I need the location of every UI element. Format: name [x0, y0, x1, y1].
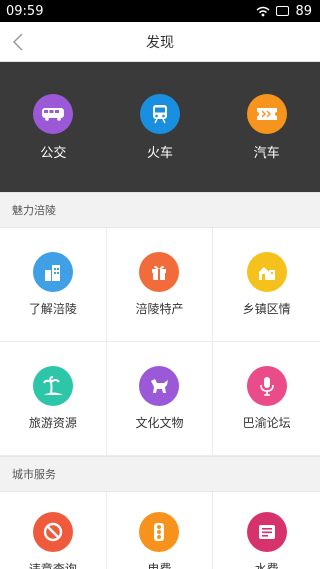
grid-item-forum[interactable]: 巴渝论坛 [213, 342, 320, 456]
train-icon [140, 94, 180, 134]
transport-label-coach: 汽车 [253, 146, 280, 161]
microphone-icon [246, 366, 287, 406]
no-entry-icon [32, 512, 73, 552]
battery-icon [276, 6, 290, 16]
status-bar: 09:59 89 [0, 0, 320, 22]
grid-item-tourism[interactable]: 旅游资源 [0, 342, 107, 456]
grid-item-towns[interactable]: 乡镇区情 [213, 228, 320, 342]
grid-item-water[interactable]: 水费 [213, 492, 320, 569]
palm-tree-icon [32, 366, 73, 406]
back-button[interactable] [8, 31, 28, 53]
status-icons: 89 [256, 4, 312, 19]
wifi-icon [256, 6, 270, 16]
transport-item-train[interactable]: 火车 [107, 62, 214, 192]
grid-item-electricity[interactable]: 电费 [107, 492, 214, 569]
town-icon [246, 252, 287, 292]
charm-grid: 了解涪陵 涪陵特产 乡镇区情 旅游资源 文化文物 巴渝论坛 [0, 228, 320, 456]
grid-item-culture[interactable]: 文化文物 [106, 342, 214, 456]
grid-item-specialty[interactable]: 涪陵特产 [106, 228, 214, 342]
grid-item-violation[interactable]: 违章查询 [0, 492, 107, 569]
grid-label: 电费 [147, 562, 172, 569]
transport-label-train: 火车 [147, 146, 174, 161]
grid-label: 乡镇区情 [242, 302, 291, 316]
grid-label: 文化文物 [135, 416, 184, 430]
gift-icon [139, 252, 180, 292]
transport-item-bus[interactable]: 公交 [0, 62, 107, 192]
grid-label: 了解涪陵 [28, 302, 77, 316]
section-title-city: 城市服务 [0, 456, 320, 492]
transport-item-coach[interactable]: 汽车 [213, 62, 320, 192]
section-title-charm: 魅力涪陵 [0, 192, 320, 228]
status-time: 09:59 [6, 3, 44, 19]
buildings-icon [32, 252, 73, 292]
traffic-light-icon [139, 512, 180, 552]
bill-icon [246, 512, 287, 552]
grid-label: 巴渝论坛 [242, 416, 291, 430]
battery-level: 89 [295, 3, 312, 19]
ticket-icon [246, 94, 287, 134]
transport-panel: 公交 火车 汽车 [0, 62, 320, 192]
grid-item-about[interactable]: 了解涪陵 [0, 228, 107, 342]
grid-label: 水费 [254, 562, 279, 569]
chevron-left-icon [13, 33, 23, 51]
city-grid: 违章查询 电费 水费 [0, 492, 320, 569]
grid-label: 涪陵特产 [135, 302, 184, 316]
nav-bar: 发现 [0, 22, 320, 62]
grid-label: 违章查询 [28, 562, 77, 569]
page-title: 发现 [146, 34, 174, 51]
transport-label-bus: 公交 [40, 146, 67, 161]
bus-icon [33, 94, 74, 134]
horse-icon [139, 366, 180, 406]
grid-label: 旅游资源 [28, 416, 77, 430]
